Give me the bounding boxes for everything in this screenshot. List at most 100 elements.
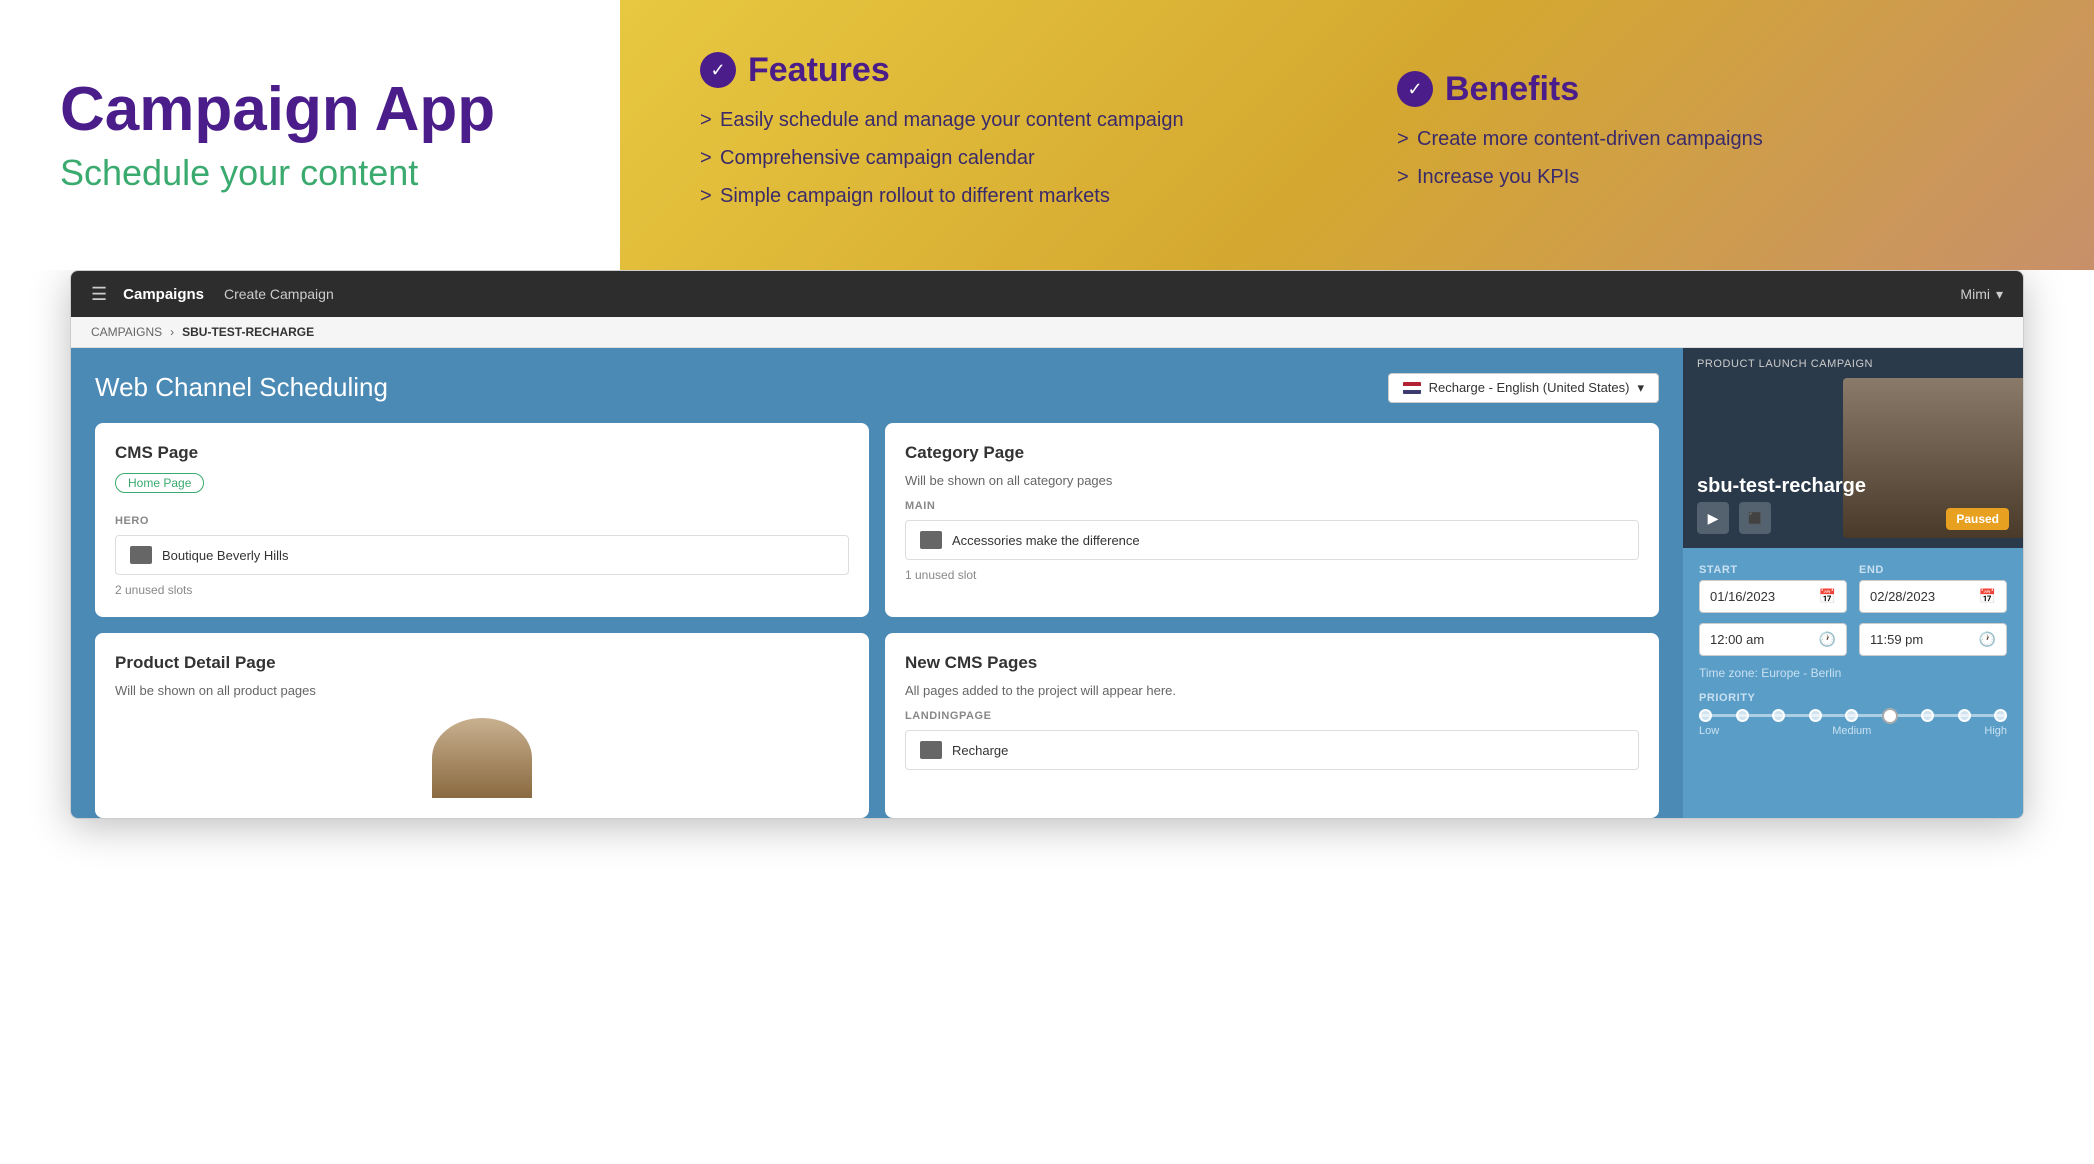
priority-dot-2: [1736, 709, 1749, 722]
campaign-selector[interactable]: Recharge - English (United States) ▾: [1388, 373, 1659, 403]
hero-label: HERO: [115, 515, 849, 527]
priority-heading: PRIORITY: [1699, 692, 2007, 704]
video-controls: ▶ ⬛: [1697, 502, 1771, 534]
menu-icon[interactable]: ☰: [91, 284, 107, 305]
campaign-selector-chevron-icon: ▾: [1637, 380, 1644, 396]
left-panel: Web Channel Scheduling Recharge - Englis…: [71, 348, 1683, 818]
features-title-row: ✓ Features: [700, 51, 1317, 90]
category-unused-slots: 1 unused slot: [905, 568, 1639, 582]
benefits-title-row: ✓ Benefits: [1397, 70, 2014, 109]
end-date-field: END 02/28/2023 📅: [1859, 564, 2007, 613]
video-container: PRODUCT LAUNCH CAMPAIGN sbu-test-recharg…: [1683, 348, 2023, 548]
start-time-field: 12:00 am 🕐: [1699, 623, 1847, 656]
category-card-subtitle: Will be shown on all category pages: [905, 473, 1639, 488]
end-clock-icon: 🕐: [1979, 631, 1996, 648]
breadcrumb-current: SBU-TEST-RECHARGE: [182, 325, 314, 339]
cms-unused-slots: 2 unused slots: [115, 583, 849, 597]
start-date-field: START 01/16/2023 📅: [1699, 564, 1847, 613]
brand-label[interactable]: Campaigns: [123, 286, 204, 303]
category-page-card: Category Page Will be shown on all categ…: [885, 423, 1659, 617]
benefits-check-icon: ✓: [1397, 71, 1433, 107]
priority-dot-9: [1994, 709, 2007, 722]
benefits-heading: Benefits: [1445, 70, 1579, 109]
end-label: END: [1859, 564, 2007, 576]
end-time-input[interactable]: 11:59 pm 🕐: [1859, 623, 2007, 656]
start-date-value: 01/16/2023: [1710, 589, 1775, 604]
priority-dot-1: [1699, 709, 1712, 722]
play-button[interactable]: ▶: [1697, 502, 1729, 534]
app-subtitle: Schedule your content: [60, 152, 560, 194]
cms-card-title: CMS Page: [115, 443, 849, 463]
campaign-selector-label: Recharge - English (United States): [1429, 380, 1630, 395]
landing-item-text: Recharge: [952, 743, 1008, 758]
feature-item-3: Simple campaign rollout to different mar…: [700, 182, 1317, 210]
priority-slider[interactable]: Low Medium High: [1699, 714, 2007, 757]
category-thumbnail-icon: [920, 531, 942, 549]
user-name: Mimi: [1960, 286, 1990, 302]
user-menu[interactable]: Mimi ▾: [1960, 286, 2003, 303]
breadcrumb: CAMPAIGNS › SBU-TEST-RECHARGE: [71, 317, 2023, 348]
hero-section: Campaign App Schedule your content: [0, 0, 620, 270]
priority-dot-active: [1882, 708, 1898, 724]
video-label: PRODUCT LAUNCH CAMPAIGN: [1697, 358, 1873, 370]
benefits-list: Create more content-driven campaigns Inc…: [1397, 125, 2014, 191]
features-heading: Features: [748, 51, 890, 90]
start-time-value: 12:00 am: [1710, 632, 1764, 647]
date-row: START 01/16/2023 📅 END 02/28/2023 📅: [1699, 564, 2007, 613]
priority-dot-5: [1845, 709, 1858, 722]
end-calendar-icon: 📅: [1979, 588, 1996, 605]
landing-thumbnail-icon: [920, 741, 942, 759]
category-item-text: Accessories make the difference: [952, 533, 1140, 548]
app-title: Campaign App: [60, 76, 560, 144]
right-panel: PRODUCT LAUNCH CAMPAIGN sbu-test-recharg…: [1683, 348, 2023, 818]
new-cms-card-subtitle: All pages added to the project will appe…: [905, 683, 1639, 698]
clock-icon: 🕐: [1819, 631, 1836, 648]
features-list: Easily schedule and manage your content …: [700, 106, 1317, 210]
calendar-icon: 📅: [1819, 588, 1836, 605]
end-time-field: 11:59 pm 🕐: [1859, 623, 2007, 656]
navbar: ☰ Campaigns Create Campaign Mimi ▾: [71, 271, 2023, 317]
time-row: 12:00 am 🕐 11:59 pm 🕐: [1699, 623, 2007, 656]
feature-item-1: Easily schedule and manage your content …: [700, 106, 1317, 134]
priority-labels: Low Medium High: [1699, 725, 2007, 737]
features-check-icon: ✓: [700, 52, 736, 88]
paused-badge: Paused: [1946, 508, 2009, 530]
category-main-label: MAIN: [905, 500, 1639, 512]
priority-high-label: High: [1984, 725, 2007, 737]
product-image: [432, 718, 532, 798]
benefit-item-1: Create more content-driven campaigns: [1397, 125, 2014, 153]
benefits-block: ✓ Benefits Create more content-driven ca…: [1397, 70, 2014, 201]
start-date-input[interactable]: 01/16/2023 📅: [1699, 580, 1847, 613]
start-time-input[interactable]: 12:00 am 🕐: [1699, 623, 1847, 656]
hero-content-item[interactable]: Boutique Beverly Hills: [115, 535, 849, 575]
hero-item-text: Boutique Beverly Hills: [162, 548, 288, 563]
create-campaign-link[interactable]: Create Campaign: [224, 286, 334, 302]
product-detail-card: Product Detail Page Will be shown on all…: [95, 633, 869, 818]
priority-low-label: Low: [1699, 725, 1719, 737]
end-date-input[interactable]: 02/28/2023 📅: [1859, 580, 2007, 613]
benefit-item-2: Increase you KPIs: [1397, 163, 2014, 191]
breadcrumb-parent[interactable]: CAMPAIGNS: [91, 325, 162, 339]
user-chevron-icon: ▾: [1996, 286, 2003, 303]
schedule-panel: START 01/16/2023 📅 END 02/28/2023 📅: [1683, 548, 2023, 773]
features-benefits-section: ✓ Features Easily schedule and manage yo…: [620, 0, 2094, 270]
features-block: ✓ Features Easily schedule and manage yo…: [700, 51, 1317, 220]
app-window: ☰ Campaigns Create Campaign Mimi ▾ CAMPA…: [70, 270, 2024, 819]
cards-grid: CMS Page Home Page HERO Boutique Beverly…: [95, 423, 1659, 818]
priority-dot-4: [1809, 709, 1822, 722]
priority-track: [1699, 714, 2007, 717]
category-content-item[interactable]: Accessories make the difference: [905, 520, 1639, 560]
priority-dot-8: [1958, 709, 1971, 722]
cc-button[interactable]: ⬛: [1739, 502, 1771, 534]
breadcrumb-separator: ›: [170, 325, 174, 339]
feature-item-2: Comprehensive campaign calendar: [700, 144, 1317, 172]
new-cms-card: New CMS Pages All pages added to the pro…: [885, 633, 1659, 818]
home-page-tag[interactable]: Home Page: [115, 473, 204, 493]
product-card-subtitle: Will be shown on all product pages: [115, 683, 849, 698]
end-date-value: 02/28/2023: [1870, 589, 1935, 604]
landing-content-item[interactable]: Recharge: [905, 730, 1639, 770]
start-label: START: [1699, 564, 1847, 576]
top-section: Campaign App Schedule your content ✓ Fea…: [0, 0, 2094, 270]
video-campaign-name: sbu-test-recharge: [1697, 475, 1866, 498]
main-content: Web Channel Scheduling Recharge - Englis…: [71, 348, 2023, 818]
